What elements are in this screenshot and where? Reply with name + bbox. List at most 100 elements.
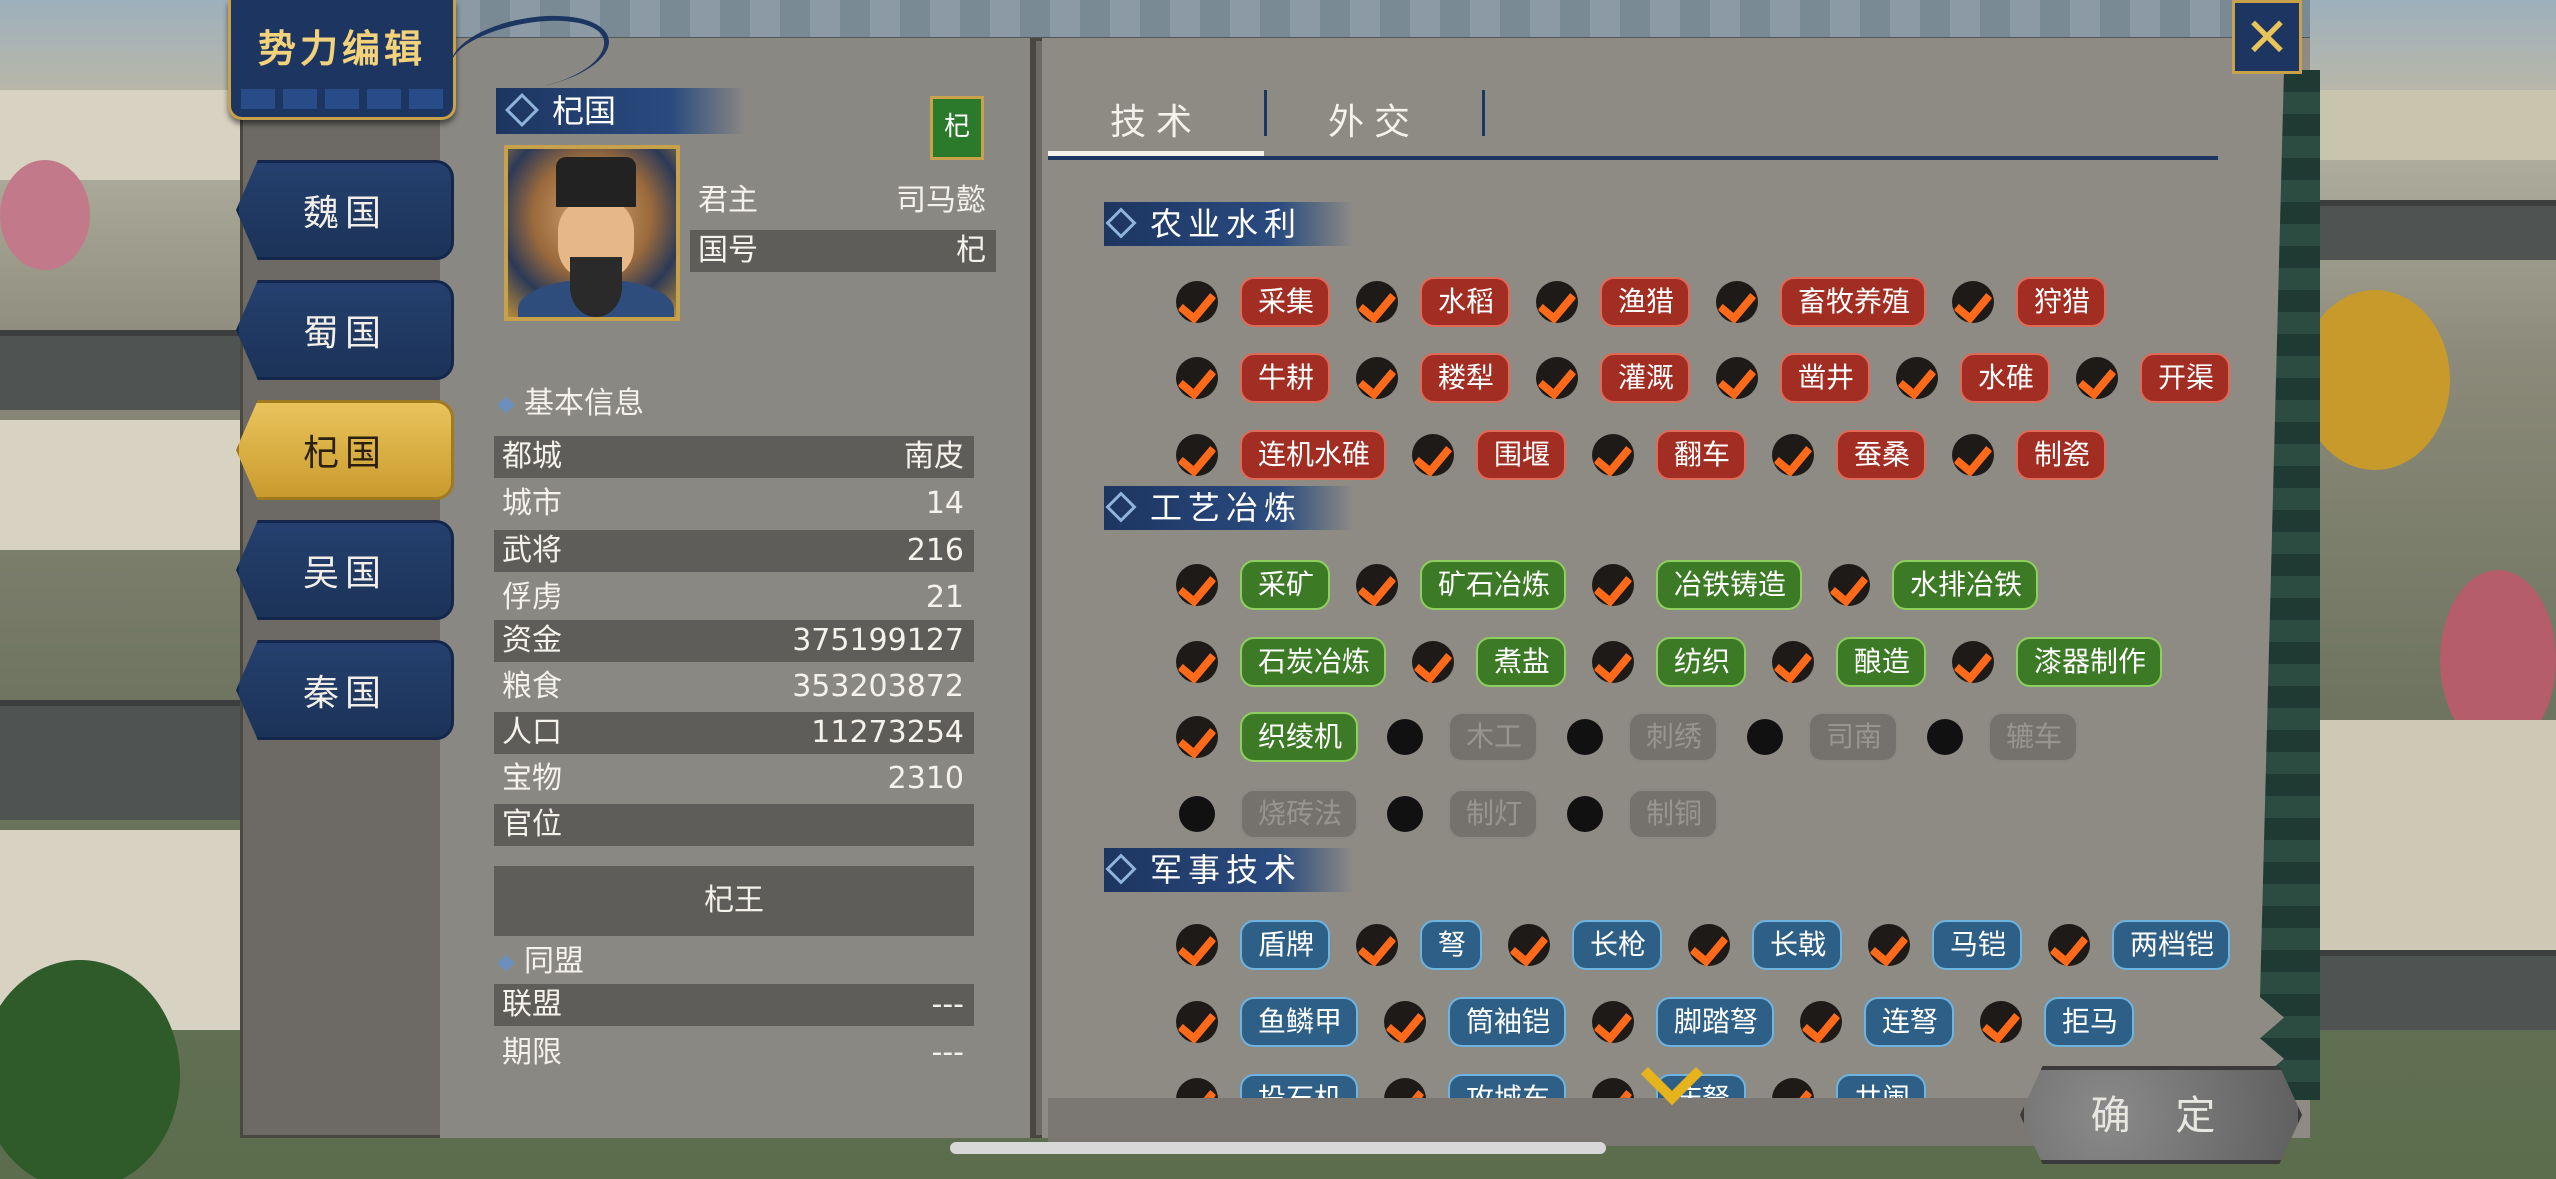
tab-diplomacy[interactable]: 外交	[1266, 90, 1482, 156]
tech-checkbox[interactable]	[1716, 357, 1758, 399]
tech-item[interactable]: 采集	[1240, 277, 1330, 327]
tech-item[interactable]: 制瓷	[2016, 430, 2106, 480]
tech-checkbox[interactable]	[1896, 357, 1938, 399]
tech-item[interactable]: 水稻	[1420, 277, 1510, 327]
tech-item[interactable]: 鱼鳞甲	[1240, 997, 1358, 1047]
tech-item[interactable]: 辘车	[1988, 712, 2078, 762]
tech-item[interactable]: 制铜	[1628, 789, 1718, 839]
tech-item[interactable]: 漆器制作	[2016, 637, 2162, 687]
tech-item[interactable]: 凿井	[1780, 353, 1870, 403]
tech-checkbox[interactable]	[1952, 434, 1994, 476]
tech-item[interactable]: 采矿	[1240, 560, 1330, 610]
tech-checkbox[interactable]	[1592, 564, 1634, 606]
tech-checkbox[interactable]	[1868, 924, 1910, 966]
tech-item[interactable]: 木工	[1448, 712, 1538, 762]
tech-checkbox[interactable]	[1536, 357, 1578, 399]
tech-checkbox[interactable]	[1980, 1001, 2022, 1043]
tech-checkbox[interactable]	[1176, 924, 1218, 966]
faction-tab-shu[interactable]: 蜀国	[236, 280, 454, 380]
home-indicator[interactable]	[950, 1142, 1606, 1154]
tech-item[interactable]: 酿造	[1836, 637, 1926, 687]
tech-item[interactable]: 开渠	[2140, 353, 2230, 403]
tech-item[interactable]: 水排冶铁	[1892, 560, 2038, 610]
tech-checkbox[interactable]	[1592, 434, 1634, 476]
close-button[interactable]: ✕	[2232, 0, 2302, 74]
tech-item[interactable]: 烧砖法	[1240, 789, 1358, 839]
tech-item[interactable]: 司南	[1808, 712, 1898, 762]
ruler-portrait[interactable]	[504, 145, 680, 321]
tech-item[interactable]: 脚踏弩	[1656, 997, 1774, 1047]
tech-checkbox[interactable]	[1800, 1001, 1842, 1043]
tech-checkbox-empty[interactable]	[1179, 796, 1215, 832]
tech-item[interactable]: 连弩	[1864, 997, 1954, 1047]
tech-item[interactable]: 狩猎	[2016, 277, 2106, 327]
tech-checkbox[interactable]	[1176, 434, 1218, 476]
faction-tab-wei[interactable]: 魏国	[236, 160, 454, 260]
tech-checkbox[interactable]	[2076, 357, 2118, 399]
tech-checkbox[interactable]	[1772, 641, 1814, 683]
tech-checkbox[interactable]	[1176, 564, 1218, 606]
tech-item[interactable]: 煮盐	[1476, 637, 1566, 687]
tech-item[interactable]: 灌溉	[1600, 353, 1690, 403]
tech-item[interactable]: 牛耕	[1240, 353, 1330, 403]
faction-tab-qin[interactable]: 秦国	[236, 640, 454, 740]
tech-checkbox[interactable]	[1176, 357, 1218, 399]
faction-tab-wu[interactable]: 吴国	[236, 520, 454, 620]
tech-checkbox[interactable]	[1952, 641, 1994, 683]
tech-item[interactable]: 拒马	[2044, 997, 2134, 1047]
tech-checkbox[interactable]	[1356, 357, 1398, 399]
tech-checkbox-empty[interactable]	[1387, 796, 1423, 832]
tech-checkbox-empty[interactable]	[1567, 796, 1603, 832]
scroll-down-icon[interactable]	[1640, 1052, 1710, 1082]
tech-item[interactable]: 两档铠	[2112, 920, 2230, 970]
tech-checkbox[interactable]	[1356, 924, 1398, 966]
tech-item[interactable]: 刺绣	[1628, 712, 1718, 762]
tech-item[interactable]: 渔猎	[1600, 277, 1690, 327]
tech-checkbox[interactable]	[2048, 924, 2090, 966]
tech-item[interactable]: 耧犁	[1420, 353, 1510, 403]
tech-checkbox[interactable]	[1592, 641, 1634, 683]
tech-checkbox[interactable]	[1176, 716, 1218, 758]
tech-checkbox-empty[interactable]	[1387, 719, 1423, 755]
confirm-button[interactable]: 确 定	[2020, 1066, 2302, 1164]
tech-checkbox[interactable]	[1536, 281, 1578, 323]
tech-item[interactable]: 纺织	[1656, 637, 1746, 687]
tech-item[interactable]: 弩	[1420, 920, 1482, 970]
tech-checkbox[interactable]	[1716, 281, 1758, 323]
tech-checkbox[interactable]	[1176, 1001, 1218, 1043]
tech-checkbox-empty[interactable]	[1927, 719, 1963, 755]
tech-checkbox[interactable]	[1176, 641, 1218, 683]
tech-checkbox[interactable]	[1592, 1001, 1634, 1043]
tech-checkbox[interactable]	[1772, 434, 1814, 476]
tech-item[interactable]: 筒袖铠	[1448, 997, 1566, 1047]
tech-checkbox[interactable]	[1508, 924, 1550, 966]
nation-flag[interactable]: 杞	[930, 96, 984, 160]
tech-item[interactable]: 长枪	[1572, 920, 1662, 970]
tech-checkbox[interactable]	[1828, 564, 1870, 606]
tech-item[interactable]: 盾牌	[1240, 920, 1330, 970]
tech-item[interactable]: 翻车	[1656, 430, 1746, 480]
tech-checkbox[interactable]	[1384, 1001, 1426, 1043]
tech-checkbox[interactable]	[1412, 641, 1454, 683]
tech-item[interactable]: 马铠	[1932, 920, 2022, 970]
faction-tab-qi[interactable]: 杞国	[236, 400, 454, 500]
tech-checkbox[interactable]	[1356, 564, 1398, 606]
tech-checkbox-empty[interactable]	[1567, 719, 1603, 755]
tab-technology[interactable]: 技术	[1048, 90, 1264, 156]
tech-item[interactable]: 水碓	[1960, 353, 2050, 403]
tech-item[interactable]: 长戟	[1752, 920, 1842, 970]
tech-item[interactable]: 冶铁铸造	[1656, 560, 1802, 610]
tech-item[interactable]: 畜牧养殖	[1780, 277, 1926, 327]
tech-checkbox[interactable]	[1952, 281, 1994, 323]
tech-item[interactable]: 织绫机	[1240, 712, 1358, 762]
tech-checkbox-empty[interactable]	[1747, 719, 1783, 755]
tech-item[interactable]: 蚕桑	[1836, 430, 1926, 480]
tech-item[interactable]: 矿石冶炼	[1420, 560, 1566, 610]
tech-checkbox[interactable]	[1412, 434, 1454, 476]
tech-item[interactable]: 制灯	[1448, 789, 1538, 839]
tech-item[interactable]: 石炭冶炼	[1240, 637, 1386, 687]
tech-checkbox[interactable]	[1356, 281, 1398, 323]
tech-checkbox[interactable]	[1176, 281, 1218, 323]
tech-checkbox[interactable]	[1688, 924, 1730, 966]
tech-item[interactable]: 围堰	[1476, 430, 1566, 480]
